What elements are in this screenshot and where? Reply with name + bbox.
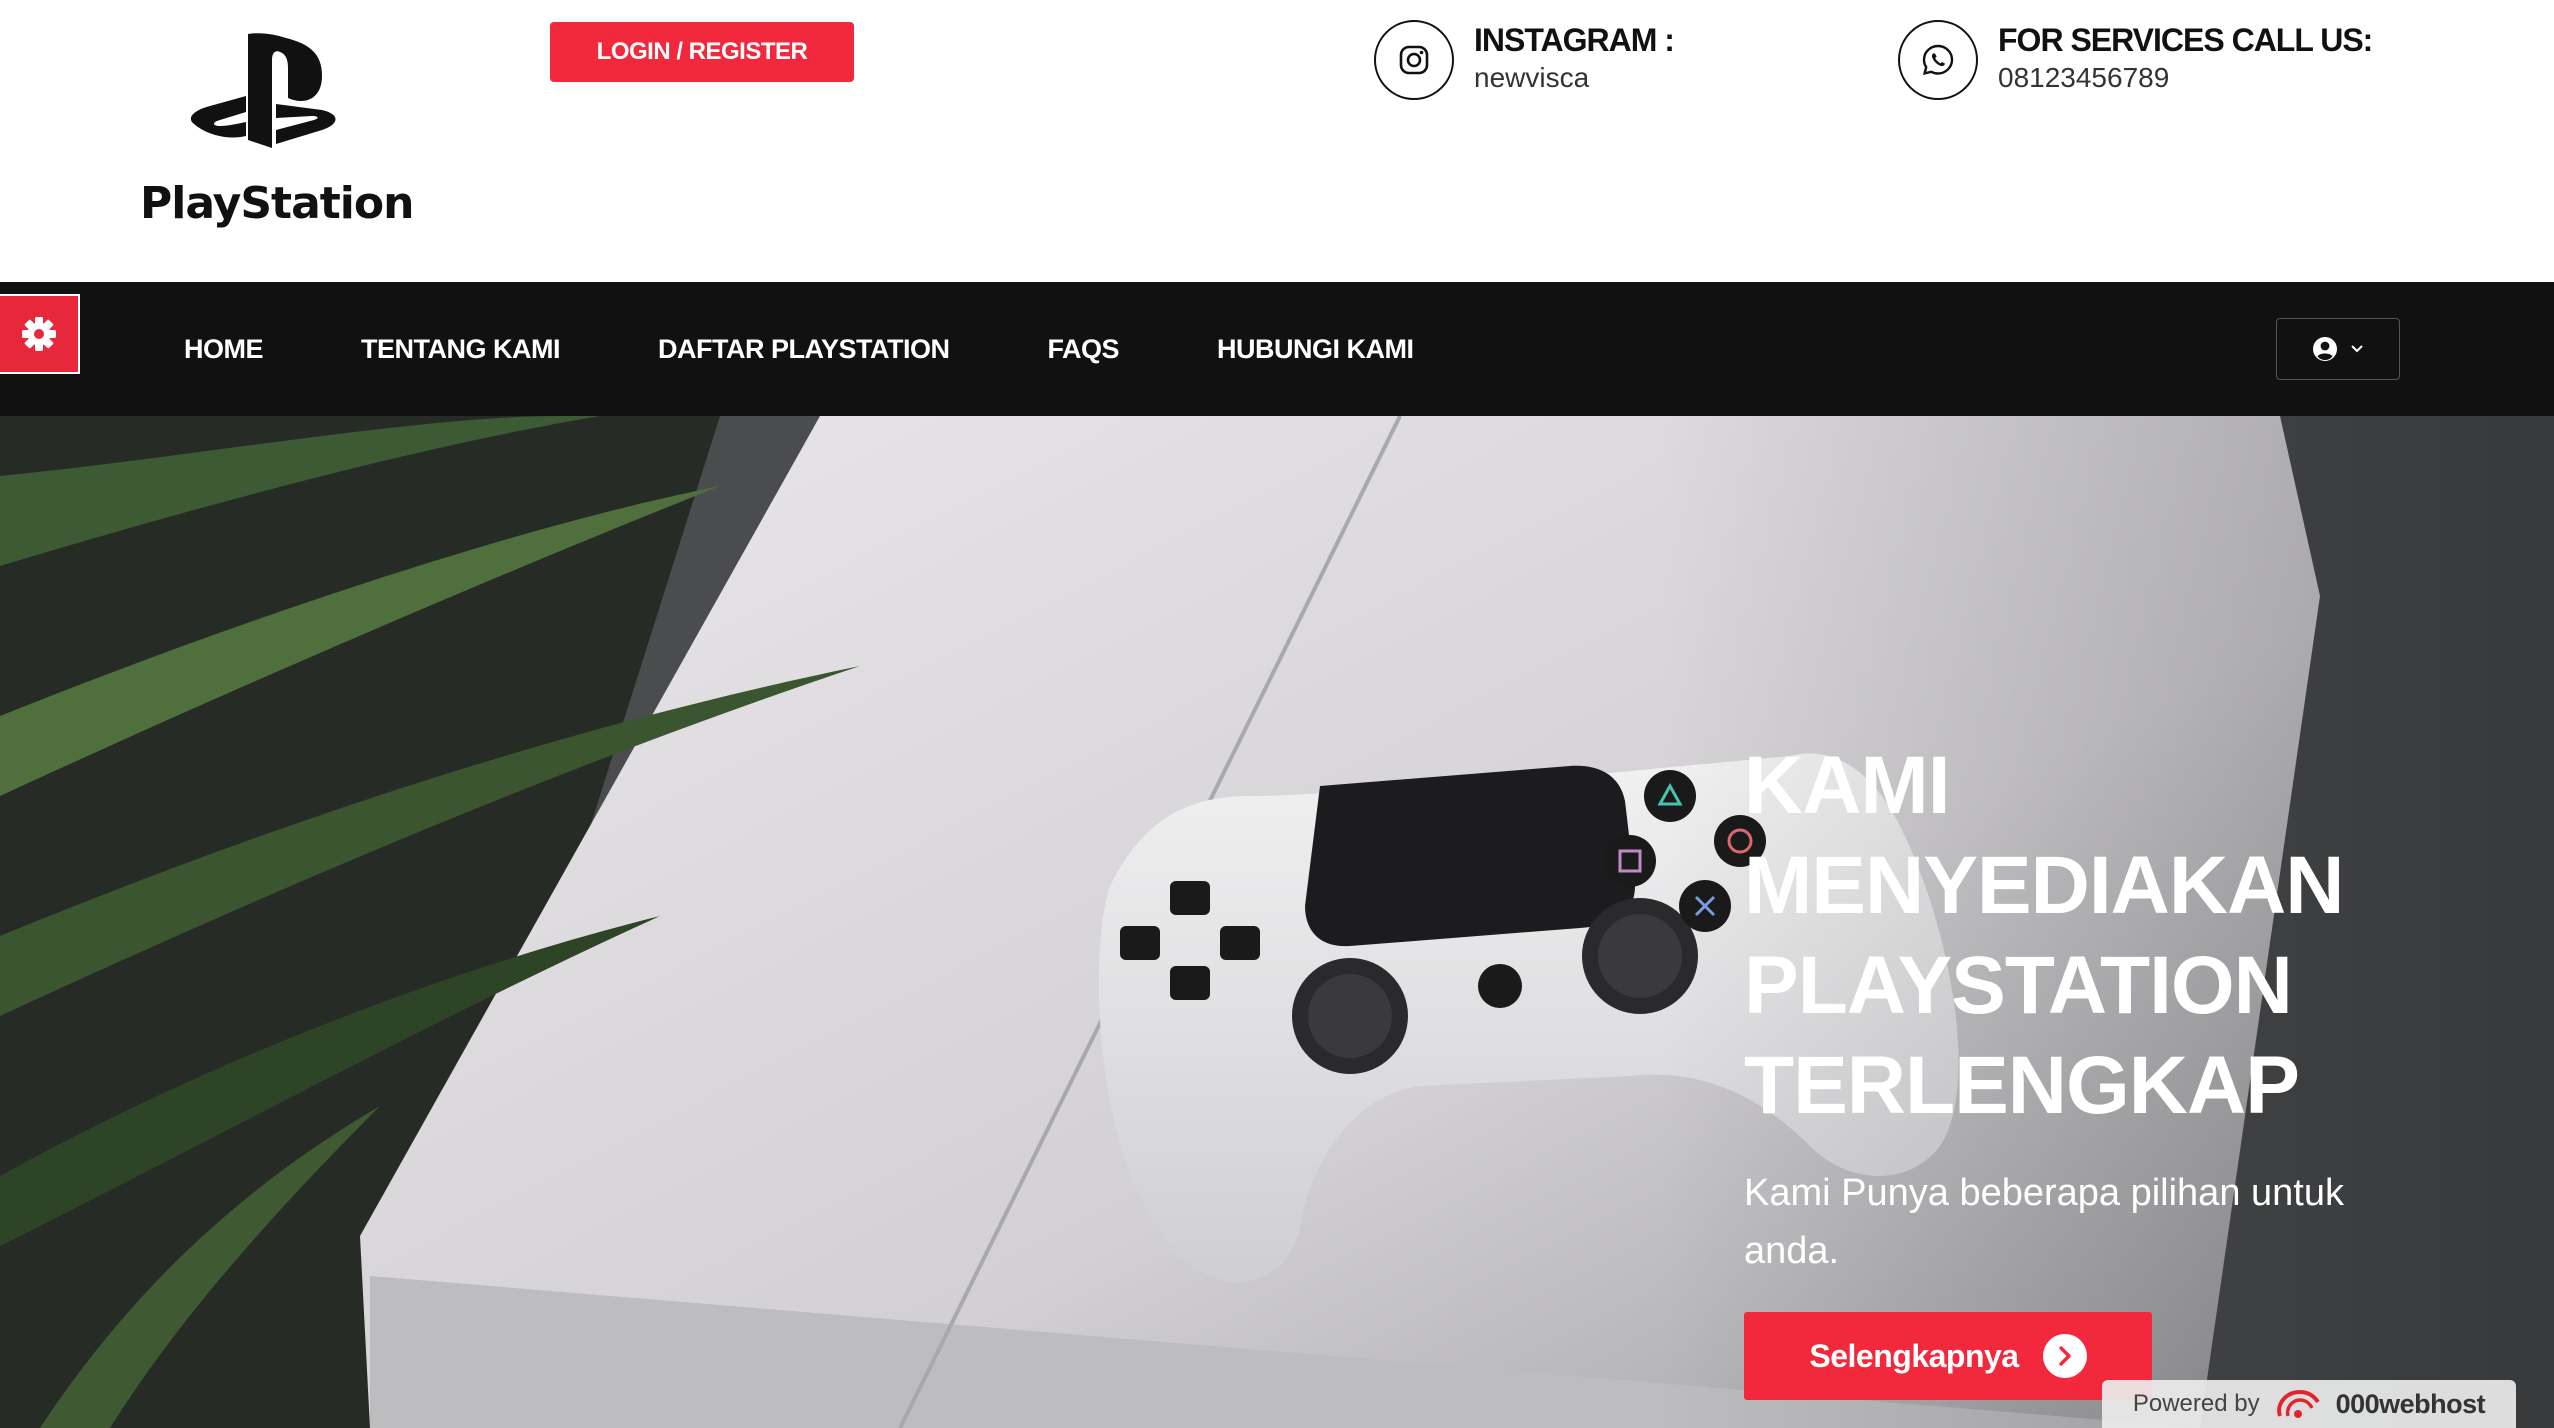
login-register-button[interactable]: LOGIN / REGISTER [550,22,854,82]
nav-item-home[interactable]: HOME [184,334,264,365]
instagram-label: INSTAGRAM : [1474,22,1675,58]
hero-subtitle: Kami Punya beberapa pilihan untuk anda. [1744,1172,2344,1272]
nav-menu: HOME TENTANG KAMI DAFTAR PLAYSTATION FAQ… [184,282,1512,416]
services-contact[interactable]: FOR SERVICES CALL US: 08123456789 [1898,20,2373,104]
hero-title: KAMI MENYEDIAKAN PLAYSTATION TERLENGKAP [1744,736,2464,1136]
hero-banner: KAMI MENYEDIAKAN PLAYSTATION TERLENGKAP … [0,416,2554,1428]
selengkapnya-label: Selengkapnya [1809,1337,2019,1374]
instagram-contact[interactable]: INSTAGRAM : newvisca [1374,20,1714,104]
services-label: FOR SERVICES CALL US: [1998,22,2373,58]
user-circle-icon [2313,337,2337,361]
hero-title-line: TERLENGKAP [1744,1040,2300,1131]
hero-title-line: MENYEDIAKAN [1744,840,2344,931]
powered-by-label: Powered by [2132,1390,2260,1417]
selengkapnya-button[interactable]: Selengkapnya [1744,1312,2152,1400]
nav-item-hubungi-kami[interactable]: HUBUNGI KAMI [1217,334,1414,365]
instagram-handle[interactable]: newvisca [1474,62,1589,94]
logo-wordmark: PlayStation [140,178,414,229]
top-header: PlayStation LOGIN / REGISTER INSTAGRAM :… [0,0,2554,282]
nav-item-faqs[interactable]: FAQS [1047,334,1119,365]
gear-icon [22,317,56,351]
000webhost-brand: 000webhost [2335,1388,2486,1419]
whatsapp-icon [1898,20,1978,100]
nav-item-daftar-playstation[interactable]: DAFTAR PLAYSTATION [658,334,950,365]
nav-item-tentang-kami[interactable]: TENTANG KAMI [361,334,560,365]
chevron-down-icon [2351,345,2363,353]
playstation-logo[interactable]: PlayStation [140,28,414,229]
main-navbar: HOME TENTANG KAMI DAFTAR PLAYSTATION FAQ… [0,282,2554,416]
user-account-dropdown[interactable] [2276,318,2400,380]
settings-button[interactable] [0,294,80,374]
000webhost-logo-icon [2276,1389,2320,1418]
playstation-logo-icon [190,33,336,148]
services-phone[interactable]: 08123456789 [1998,62,2169,94]
hero-title-line: KAMI [1744,740,1951,831]
chevron-right-icon [2042,1334,2087,1378]
hero-title-line: PLAYSTATION [1744,940,2293,1031]
instagram-icon [1374,20,1454,100]
powered-by-badge[interactable]: Powered by 000webhost [2102,1380,2516,1428]
